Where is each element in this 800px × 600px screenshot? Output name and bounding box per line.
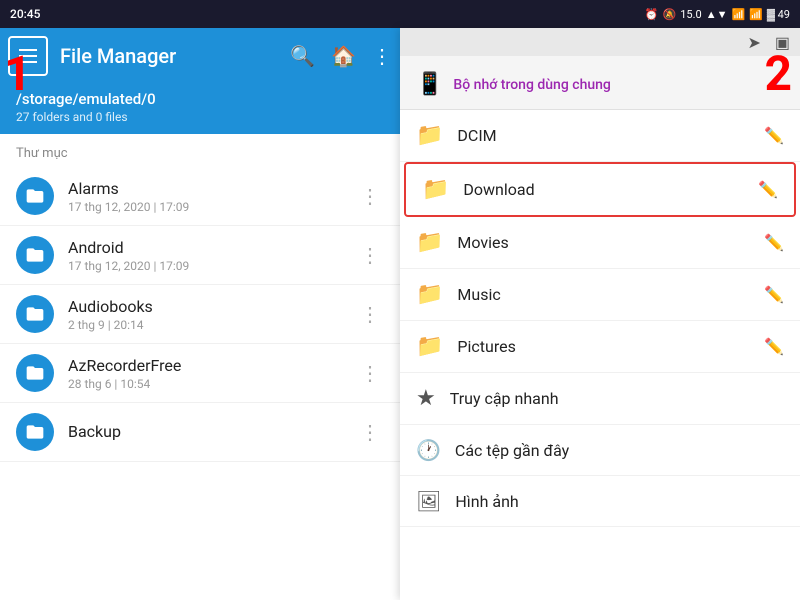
folder-icon-download: 📁 xyxy=(422,177,449,202)
drawer-header[interactable]: 📱 Bộ nhớ trong dùng chung ✓ xyxy=(400,56,800,110)
file-name-android: Android xyxy=(68,238,342,257)
left-panel: File Manager 🔍 🏠 ⋮ /storage/emulated/0 2… xyxy=(0,28,400,600)
folder-icon-azrecorder xyxy=(16,354,54,392)
phone-icon: 📱 xyxy=(416,72,443,97)
file-more-audiobooks[interactable]: ⋮ xyxy=(356,298,384,330)
battery-icon: ▓ 49 xyxy=(767,8,790,21)
file-date-audiobooks: 2 thg 9 | 20:14 xyxy=(68,318,342,332)
alarm-icon: ⏰ xyxy=(645,8,659,21)
drawer-label-quick-access: Truy cập nhanh xyxy=(450,389,784,408)
drawer-item-dcim[interactable]: 📁 DCIM ✏️ ⋮ xyxy=(400,110,800,162)
status-time: 20:45 xyxy=(10,7,40,21)
image-icon: 🖼 xyxy=(416,489,441,513)
notification-icon: 🔕 xyxy=(663,8,677,21)
file-info-audiobooks: Audiobooks 2 thg 9 | 20:14 xyxy=(68,297,342,332)
file-date-android: 17 thg 12, 2020 | 17:09 xyxy=(68,259,342,273)
file-name-audiobooks: Audiobooks xyxy=(68,297,342,316)
drawer-label-recent: Các tệp gần đây xyxy=(455,441,784,460)
edit-icon-movies[interactable]: ✏️ xyxy=(764,233,784,252)
wifi-icon: ▲▼ xyxy=(706,8,728,21)
list-item[interactable]: AzRecorderFree 28 thg 6 | 10:54 ⋮ xyxy=(0,344,400,403)
drawer-item-music[interactable]: 📁 Music ✏️ ⋮ xyxy=(400,269,800,321)
edit-icon-music[interactable]: ✏️ xyxy=(764,285,784,304)
drawer-label-movies: Movies xyxy=(457,233,750,252)
list-item[interactable]: Audiobooks 2 thg 9 | 20:14 ⋮ xyxy=(0,285,400,344)
more-options-icon[interactable]: ⋮ xyxy=(372,44,392,68)
search-icon[interactable]: 🔍 xyxy=(290,44,315,68)
folder-icon-android xyxy=(16,236,54,274)
file-info-azrecorder: AzRecorderFree 28 thg 6 | 10:54 xyxy=(68,356,342,391)
drawer-item-pictures[interactable]: 📁 Pictures ✏️ ⋮ xyxy=(400,321,800,373)
app-bar: File Manager 🔍 🏠 ⋮ xyxy=(0,28,400,84)
file-more-azrecorder[interactable]: ⋮ xyxy=(356,357,384,389)
storage-label: Bộ nhớ trong dùng chung xyxy=(453,77,610,93)
red-label-2: 2 xyxy=(764,50,792,98)
file-name-alarms: Alarms xyxy=(68,179,342,198)
folder-icon-audiobooks xyxy=(16,295,54,333)
path-bar: /storage/emulated/0 27 folders and 0 fil… xyxy=(0,84,400,134)
drawer-item-movies[interactable]: 📁 Movies ✏️ ⋮ xyxy=(400,217,800,269)
red-label-1: 1 xyxy=(4,50,32,98)
main-container: File Manager 🔍 🏠 ⋮ /storage/emulated/0 2… xyxy=(0,28,800,600)
file-date-alarms: 17 thg 12, 2020 | 17:09 xyxy=(68,200,342,214)
file-info-android: Android 17 thg 12, 2020 | 17:09 xyxy=(68,238,342,273)
signal-icon: 📶 xyxy=(731,8,745,21)
file-list: Alarms 17 thg 12, 2020 | 17:09 ⋮ Android… xyxy=(0,167,400,600)
file-more-android[interactable]: ⋮ xyxy=(356,239,384,271)
drawer-item-download[interactable]: 📁 Download ✏️ ⋮ xyxy=(404,162,796,217)
file-info-alarms: Alarms 17 thg 12, 2020 | 17:09 xyxy=(68,179,342,214)
section-header: Thư mục xyxy=(0,134,400,167)
send-icon[interactable]: ➤ xyxy=(747,33,760,52)
folder-icon-alarms xyxy=(16,177,54,215)
folder-icon-pictures: 📁 xyxy=(416,334,443,359)
app-title: File Manager xyxy=(60,44,278,68)
drawer-label-download: Download xyxy=(463,180,744,199)
folder-icon-dcim: 📁 xyxy=(416,123,443,148)
drawer-label-pictures: Pictures xyxy=(457,337,750,356)
list-item[interactable]: Android 17 thg 12, 2020 | 17:09 ⋮ xyxy=(0,226,400,285)
drawer-list: 📁 DCIM ✏️ ⋮ 📁 Download ✏️ ⋮ 📁 Movies ✏️ xyxy=(400,110,800,600)
drawer-topbar: ➤ ▣ xyxy=(400,28,800,56)
folder-icon-music: 📁 xyxy=(416,282,443,307)
file-date-azrecorder: 28 thg 6 | 10:54 xyxy=(68,377,342,391)
drawer-item-recent[interactable]: 🕐 Các tệp gần đây ⋮ xyxy=(400,425,800,476)
file-name-backup: Backup xyxy=(68,422,342,441)
path-subtitle: 27 folders and 0 files xyxy=(16,110,384,124)
signal-icon2: 📶 xyxy=(749,8,763,21)
status-icons: ⏰ 🔕 15.0 ▲▼ 📶 📶 ▓ 49 xyxy=(645,8,790,21)
star-icon: ★ xyxy=(416,386,436,411)
current-path: /storage/emulated/0 xyxy=(16,90,384,108)
edit-icon-pictures[interactable]: ✏️ xyxy=(764,337,784,356)
drawer-panel: ➤ ▣ 📱 Bộ nhớ trong dùng chung ✓ 📁 DCIM ✏… xyxy=(400,28,800,600)
app-bar-icons: 🔍 🏠 ⋮ xyxy=(290,44,392,68)
edit-icon-dcim[interactable]: ✏️ xyxy=(764,126,784,145)
home-icon[interactable]: 🏠 xyxy=(331,44,356,68)
file-info-backup: Backup xyxy=(68,422,342,443)
drawer-label-images: Hình ảnh xyxy=(455,492,784,511)
network-speed: 15.0 xyxy=(680,8,701,21)
file-more-backup[interactable]: ⋮ xyxy=(356,416,384,448)
list-item[interactable]: Backup ⋮ xyxy=(0,403,400,462)
status-bar: 20:45 ⏰ 🔕 15.0 ▲▼ 📶 📶 ▓ 49 xyxy=(0,0,800,28)
list-item[interactable]: Alarms 17 thg 12, 2020 | 17:09 ⋮ xyxy=(0,167,400,226)
edit-icon-download[interactable]: ✏️ xyxy=(758,180,778,199)
folder-icon-movies: 📁 xyxy=(416,230,443,255)
drawer-item-images[interactable]: 🖼 Hình ảnh ⋮ xyxy=(400,476,800,527)
history-icon: 🕐 xyxy=(416,438,441,462)
drawer-label-dcim: DCIM xyxy=(457,126,750,145)
drawer-header-left: 📱 Bộ nhớ trong dùng chung xyxy=(416,72,611,97)
folder-icon-backup xyxy=(16,413,54,451)
drawer-label-music: Music xyxy=(457,285,750,304)
file-name-azrecorder: AzRecorderFree xyxy=(68,356,342,375)
drawer-item-quick-access[interactable]: ★ Truy cập nhanh ⋮ xyxy=(400,373,800,425)
file-more-alarms[interactable]: ⋮ xyxy=(356,180,384,212)
